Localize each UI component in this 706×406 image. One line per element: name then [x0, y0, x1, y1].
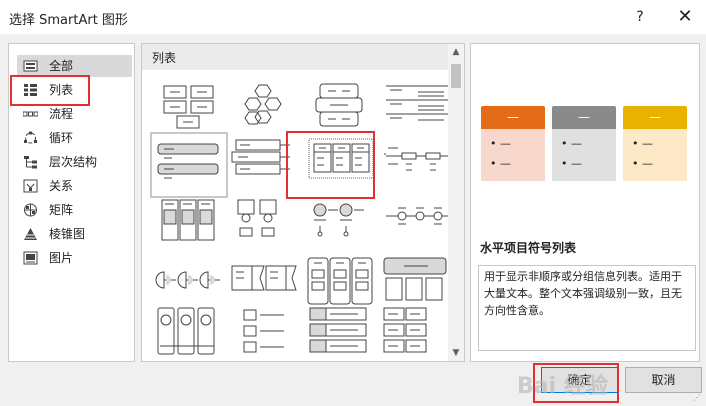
layout-thumbnail	[161, 199, 215, 241]
layout-thumbnail	[383, 307, 427, 353]
layout-thumbnail	[315, 83, 363, 127]
preview-bullet: • —	[632, 157, 653, 170]
category-pyramid[interactable]: 棱锥图	[17, 223, 132, 245]
layout-horizontal-bullet-list[interactable]	[306, 136, 376, 194]
layout-lined-list[interactable]	[382, 82, 452, 140]
layout-alternating-dots[interactable]	[382, 196, 452, 254]
process-icon	[23, 111, 38, 117]
resize-grip-icon[interactable]: ⋰	[693, 393, 703, 403]
cycle-icon	[24, 131, 37, 144]
layout-thumbnail	[163, 85, 214, 129]
gallery-scrollbar[interactable]: ▲ ▼	[448, 44, 464, 361]
layout-thumbnail	[386, 85, 448, 121]
layout-picture-caption-list[interactable]	[154, 196, 224, 254]
category-label: 全部	[49, 59, 74, 73]
scroll-down-icon[interactable]: ▼	[448, 345, 464, 361]
preview-bullet: • —	[490, 137, 511, 150]
layout-vertical-box-list[interactable]	[230, 136, 300, 194]
preview-bullet: • —	[561, 157, 582, 170]
preview-bullet: • —	[490, 157, 511, 170]
layout-tab-list[interactable]	[230, 306, 300, 361]
category-cycle[interactable]: 循环	[17, 127, 132, 149]
layout-thumbnail	[386, 207, 448, 225]
layout-thumbnail	[383, 257, 447, 301]
preview-card: — • — • —	[481, 106, 545, 181]
layout-name: 水平项目符号列表	[480, 241, 577, 255]
category-label: 循环	[49, 131, 74, 145]
layout-thumbnail	[231, 265, 297, 291]
ok-button[interactable]: 确定	[541, 367, 618, 393]
preview-card-header: —	[623, 106, 687, 129]
pyramid-icon	[24, 228, 37, 240]
scroll-thumb[interactable]	[451, 64, 461, 88]
layout-thumbnail	[244, 84, 282, 125]
layout-lined-bullet-list[interactable]	[306, 306, 376, 361]
title-bar: 选择 SmartArt 图形 ? ✕	[0, 0, 706, 34]
category-label: 列表	[49, 83, 74, 97]
layout-thumbnail	[237, 199, 277, 237]
layout-thumbnail	[157, 307, 215, 355]
hierarchy-icon	[24, 156, 37, 169]
preview-card: — • — • —	[623, 106, 687, 181]
picture-icon	[23, 251, 38, 265]
layout-circle-picture-list[interactable]	[154, 306, 224, 361]
list-icon	[24, 84, 37, 96]
description-area: 用于显示非顺序或分组信息列表。适用于大量文本。整个文本强调级别一致，且无方向性含…	[471, 259, 697, 359]
relationship-icon	[23, 179, 38, 193]
category-label: 棱锥图	[49, 227, 86, 241]
preview-card-body: • — • —	[481, 129, 545, 181]
category-all[interactable]: 全部	[17, 55, 132, 77]
layout-segmented-list[interactable]	[382, 306, 452, 361]
preview-bullet: • —	[632, 137, 653, 150]
layout-thumbnail	[157, 143, 219, 179]
category-label: 关系	[49, 179, 74, 193]
layout-circle-accent-timeline[interactable]	[306, 196, 376, 254]
layout-thumbnail	[155, 271, 220, 289]
category-picture[interactable]: 图片	[17, 247, 132, 269]
category-matrix[interactable]: 矩阵	[17, 199, 132, 221]
cancel-button[interactable]: 取消	[625, 367, 702, 393]
layout-gallery: 列表 ▲ ▼	[141, 43, 465, 362]
layout-thumbnail	[307, 257, 373, 305]
layout-thumbnail	[308, 138, 374, 179]
preview-card-header: —	[552, 106, 616, 129]
category-label: 矩阵	[49, 203, 74, 217]
layout-thumbnail	[309, 307, 367, 353]
layout-thumbnail	[231, 139, 290, 175]
close-button[interactable]: ✕	[673, 5, 697, 29]
preview-panel: — • — • — — • — • — — • — • — 水平项目符号列表 用…	[470, 43, 700, 362]
matrix-icon	[24, 203, 37, 217]
preview-card-body: • — • —	[623, 129, 687, 181]
scroll-up-icon[interactable]: ▲	[448, 44, 464, 60]
category-process[interactable]: 流程	[17, 103, 132, 125]
category-label: 图片	[49, 251, 74, 265]
layout-basic-block-list[interactable]	[154, 82, 224, 140]
category-list-item[interactable]: 列表	[17, 79, 132, 101]
layout-hierarchy-list[interactable]	[382, 136, 452, 194]
layout-thumbnail	[243, 309, 284, 353]
all-icon	[23, 60, 38, 72]
layout-bending-picture-list[interactable]	[230, 196, 300, 254]
layout-thumbnail	[313, 203, 364, 237]
preview-card-body: • — • —	[552, 129, 616, 181]
layout-thumbnail	[384, 147, 450, 171]
gallery-header-label: 列表	[152, 51, 177, 65]
category-list: 全部 列表 流程 循环 层次结构 关系 矩阵 棱锥图 图片	[8, 43, 135, 362]
category-label: 流程	[49, 107, 74, 121]
layout-stacked-list[interactable]	[306, 82, 376, 140]
help-button[interactable]: ?	[628, 6, 652, 28]
layout-hexagon-cluster[interactable]	[230, 82, 300, 140]
category-label: 层次结构	[49, 155, 98, 169]
category-hierarchy[interactable]: 层次结构	[17, 151, 132, 173]
window-title: 选择 SmartArt 图形	[9, 13, 128, 28]
preview-bullet: • —	[561, 137, 582, 150]
gallery-header: 列表	[142, 44, 448, 70]
category-relationship[interactable]: 关系	[17, 175, 132, 197]
preview-card: — • — • —	[552, 106, 616, 181]
layout-vertical-bullet-list[interactable]	[150, 132, 228, 198]
layout-description: 用于显示非顺序或分组信息列表。适用于大量文本。整个文本强调级别一致，且无方向性含…	[478, 265, 696, 351]
preview-card-header: —	[481, 106, 545, 129]
